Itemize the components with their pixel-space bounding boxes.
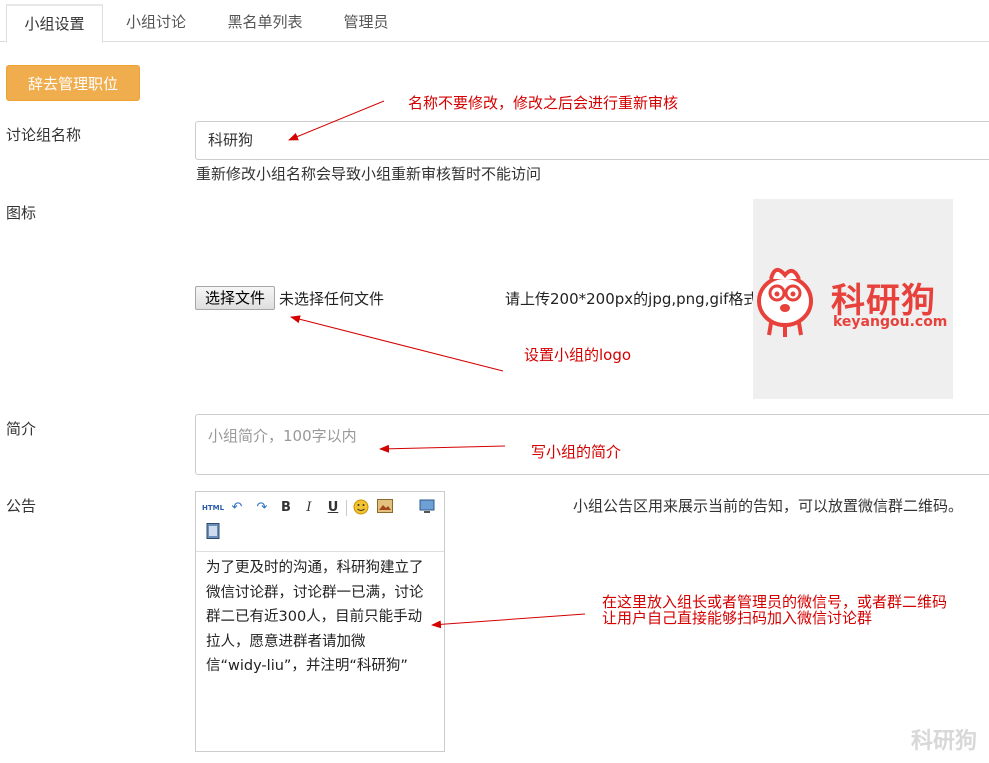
annotation-logo: 设置小组的logo [524, 346, 632, 364]
annotation-arrows [288, 100, 586, 629]
annotation-announcement-2: 让用户自己直接能够扫码加入微信讨论群 [602, 609, 873, 627]
annotation-desc: 写小组的简介 [531, 443, 622, 461]
annotation-name: 名称不要修改，修改之后会进行重新审核 [408, 94, 679, 112]
watermark: 科研狗 [910, 729, 977, 754]
